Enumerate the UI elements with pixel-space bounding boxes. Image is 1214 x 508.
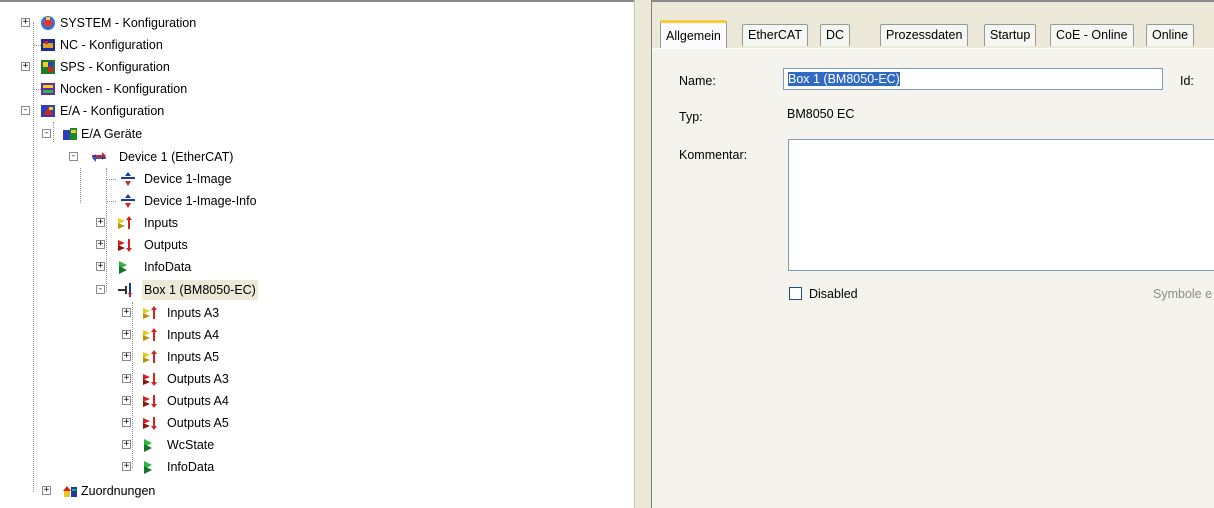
collapse-button[interactable]: - bbox=[96, 285, 105, 294]
infodata-icon bbox=[119, 261, 127, 274]
expand-button[interactable]: + bbox=[21, 18, 30, 27]
tree-item-label: InfoData bbox=[167, 460, 215, 474]
collapse-button[interactable]: - bbox=[42, 129, 51, 138]
outputs-icon bbox=[143, 373, 157, 386]
tab-bar: Allgemein EtherCAT DC Prozessdaten Start… bbox=[652, 14, 1214, 48]
io-config-icon bbox=[41, 105, 55, 117]
tab-allgemein[interactable]: Allgemein bbox=[660, 20, 727, 48]
tree-item-label: Inputs A5 bbox=[167, 350, 220, 364]
tab-online[interactable]: Online bbox=[1146, 24, 1195, 46]
toolbar-strip bbox=[652, 0, 1214, 14]
type-label: Typ: bbox=[679, 110, 703, 124]
comment-textarea[interactable] bbox=[788, 139, 1214, 271]
nc-config-icon bbox=[41, 39, 55, 51]
name-field[interactable]: Box 1 (BM8050-EC) bbox=[783, 68, 1163, 90]
name-label: Name: bbox=[679, 74, 716, 88]
comment-label: Kommentar: bbox=[679, 148, 748, 162]
tree-item-label: Box 1 (BM8050-EC) bbox=[142, 280, 258, 300]
tree-item-label: SYSTEM - Konfiguration bbox=[60, 16, 197, 30]
tree-item-label: E/A - Konfiguration bbox=[60, 104, 165, 118]
expand-button[interactable]: + bbox=[122, 396, 131, 405]
system-config-icon bbox=[41, 16, 55, 30]
tree-item-label: SPS - Konfiguration bbox=[60, 60, 170, 74]
outputs-icon bbox=[143, 417, 157, 430]
tree-item-label: E/A Geräte bbox=[81, 127, 143, 141]
disabled-checkbox[interactable] bbox=[789, 287, 802, 300]
expand-button[interactable]: + bbox=[122, 418, 131, 427]
tab-ethercat[interactable]: EtherCAT bbox=[742, 24, 808, 46]
tree-item-label: Device 1-Image-Info bbox=[144, 194, 257, 208]
tab-coe-online[interactable]: CoE - Online bbox=[1050, 24, 1134, 46]
tab-startup[interactable]: Startup bbox=[984, 24, 1037, 46]
expand-button[interactable]: + bbox=[96, 240, 105, 249]
disabled-label[interactable]: Disabled bbox=[809, 287, 858, 301]
tree-item-label: Inputs bbox=[144, 216, 179, 230]
expand-button[interactable]: + bbox=[42, 486, 51, 495]
tree-line bbox=[106, 201, 116, 202]
expand-button[interactable]: + bbox=[21, 62, 30, 71]
tree-line bbox=[132, 302, 133, 468]
tree-view[interactable]: + SYSTEM - Konfiguration NC - Konfigurat… bbox=[0, 0, 634, 508]
tree-item-label: InfoData bbox=[144, 260, 192, 274]
tree-line bbox=[106, 168, 107, 292]
plc-config-icon bbox=[41, 60, 55, 74]
tree-item-label: Outputs A5 bbox=[167, 416, 229, 430]
pane-splitter[interactable] bbox=[634, 0, 652, 508]
tab-prozessdaten[interactable]: Prozessdaten bbox=[880, 24, 969, 46]
expand-button[interactable]: + bbox=[122, 330, 131, 339]
tree-line bbox=[33, 22, 34, 492]
tab-dc[interactable]: DC bbox=[820, 24, 851, 46]
expand-button[interactable]: + bbox=[122, 440, 131, 449]
tree-item-label: Outputs A3 bbox=[167, 372, 229, 386]
expand-button[interactable]: + bbox=[122, 462, 131, 471]
inputs-icon bbox=[118, 216, 132, 229]
tree-item-label: Outputs A4 bbox=[167, 394, 229, 408]
expand-button[interactable]: + bbox=[122, 308, 131, 317]
id-label: Id: bbox=[1180, 74, 1194, 88]
tree-line bbox=[106, 179, 116, 180]
expand-button[interactable]: + bbox=[96, 262, 105, 271]
wcstate-icon bbox=[144, 439, 152, 452]
collapse-button[interactable]: - bbox=[21, 106, 30, 115]
outputs-icon bbox=[143, 395, 157, 408]
tree-item-label: Inputs A3 bbox=[167, 306, 220, 320]
image-icon bbox=[121, 172, 135, 186]
mappings-icon bbox=[63, 486, 77, 497]
cam-config-icon bbox=[41, 83, 55, 95]
tree-item-label: Outputs bbox=[144, 238, 188, 252]
collapse-button[interactable]: - bbox=[69, 152, 78, 161]
ethercat-device-icon bbox=[92, 152, 106, 162]
tree-item-label: Zuordnungen bbox=[81, 484, 156, 498]
io-devices-icon bbox=[63, 128, 77, 140]
box-icon bbox=[118, 283, 132, 297]
expand-button[interactable]: + bbox=[122, 352, 131, 361]
expand-button[interactable]: + bbox=[122, 374, 131, 383]
inputs-icon bbox=[143, 306, 157, 319]
type-field: BM8050 EC bbox=[783, 104, 1203, 126]
tree-item-label: Device 1 (EtherCAT) bbox=[119, 150, 234, 164]
symbols-label: Symbole e bbox=[1153, 287, 1213, 301]
tree-item-label: WcState bbox=[167, 438, 215, 452]
tree-item-label: Inputs A4 bbox=[167, 328, 220, 342]
tree-item-label: NC - Konfiguration bbox=[60, 38, 163, 52]
inputs-icon bbox=[143, 350, 157, 363]
image-info-icon bbox=[121, 194, 135, 208]
tree-item-label: Device 1-Image bbox=[144, 172, 232, 186]
inputs-icon bbox=[143, 328, 157, 341]
name-value: Box 1 (BM8050-EC) bbox=[788, 72, 900, 86]
tree-line bbox=[80, 168, 81, 203]
expand-button[interactable]: + bbox=[96, 218, 105, 227]
tree-line bbox=[53, 122, 54, 142]
tree-item-label: Nocken - Konfiguration bbox=[60, 82, 188, 96]
infodata-icon bbox=[144, 461, 152, 474]
outputs-icon bbox=[118, 239, 132, 252]
